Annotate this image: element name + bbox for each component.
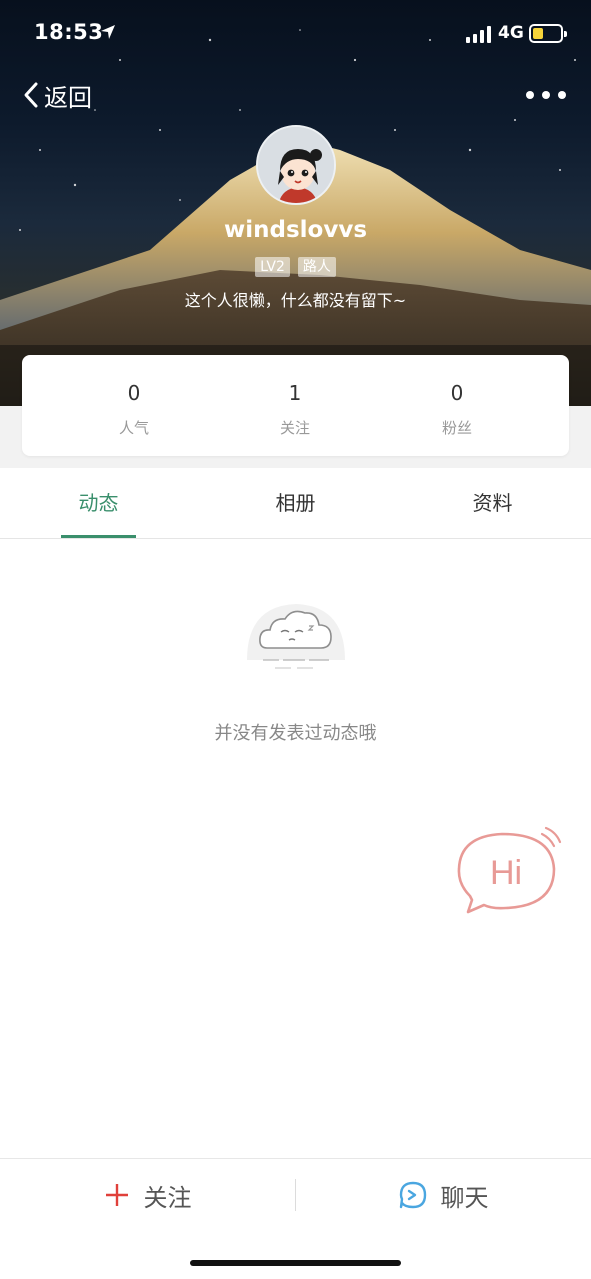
plus-icon <box>105 1184 128 1206</box>
battery-icon <box>529 24 567 43</box>
user-bio: 这个人很懒，什么都没有留下~ <box>184 291 407 310</box>
tab-moments[interactable]: 动态 <box>0 468 197 538</box>
stat-followers[interactable]: 0 粉丝 <box>366 355 548 456</box>
more-dot-icon <box>542 91 550 99</box>
level-badge: LV2 <box>255 257 290 277</box>
network-type: 4G <box>498 23 524 43</box>
signal-strength-icon <box>466 26 491 43</box>
chat-button[interactable]: 聊天 <box>296 1159 591 1231</box>
user-badges: LV2 路人 <box>0 257 591 277</box>
location-arrow-icon <box>101 25 115 39</box>
home-indicator <box>190 1260 401 1266</box>
stat-value: 1 <box>288 381 302 405</box>
hi-bubble-text: Hi <box>490 854 522 892</box>
avatar[interactable] <box>256 125 336 205</box>
tab-profile-info[interactable]: 资料 <box>394 468 591 538</box>
stat-following[interactable]: 1 关注 <box>204 355 386 456</box>
chat-label: 聊天 <box>440 1183 489 1212</box>
more-dot-icon <box>558 91 566 99</box>
tab-active-indicator <box>61 535 136 538</box>
stat-label: 关注 <box>279 419 310 437</box>
stat-value: 0 <box>127 381 141 405</box>
stat-label: 粉丝 <box>441 419 472 437</box>
more-options-button[interactable] <box>526 84 566 106</box>
profile-tabs: 动态 相册 资料 <box>0 468 591 539</box>
stat-popularity[interactable]: 0 人气 <box>43 355 225 456</box>
empty-state-message: 并没有发表过动态哦 <box>214 723 377 744</box>
back-button[interactable]: 返回 <box>22 78 92 112</box>
tab-album[interactable]: 相册 <box>197 468 394 538</box>
status-bar: 18:53 4G <box>0 0 591 70</box>
stats-card: 0 人气 1 关注 0 粉丝 <box>22 355 569 456</box>
stat-value: 0 <box>450 381 464 405</box>
say-hi-button[interactable]: Hi <box>456 826 564 914</box>
more-dot-icon <box>526 91 534 99</box>
chevron-left-icon <box>24 82 38 108</box>
status-time: 18:53 <box>34 20 104 44</box>
follow-label: 关注 <box>143 1183 192 1212</box>
stat-label: 人气 <box>118 419 149 437</box>
back-label: 返回 <box>44 83 92 112</box>
chat-bubble-icon <box>399 1181 426 1209</box>
role-badge: 路人 <box>297 257 336 277</box>
sleepy-cloud-icon <box>247 604 345 669</box>
username: windslovvs <box>223 217 368 243</box>
follow-button[interactable]: 关注 <box>0 1159 295 1231</box>
